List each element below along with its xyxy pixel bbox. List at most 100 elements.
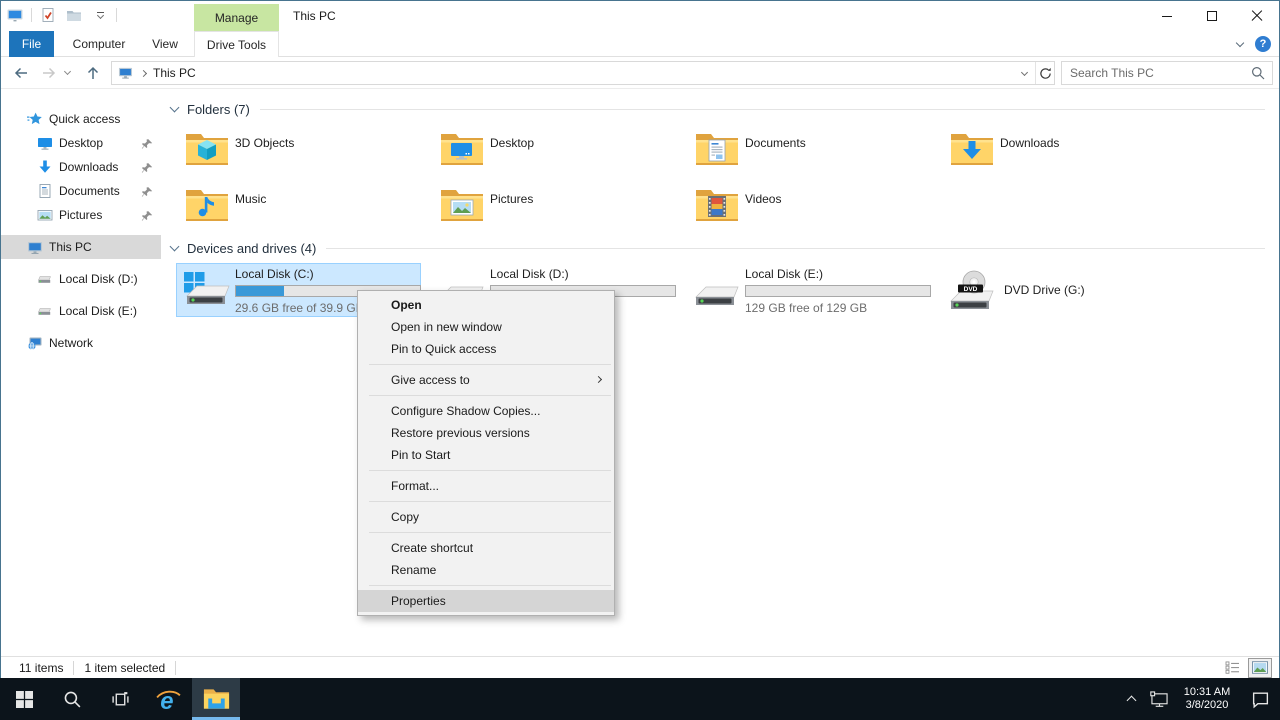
- tab-drive-tools[interactable]: Drive Tools: [194, 31, 279, 57]
- file-explorer-button[interactable]: [192, 678, 240, 720]
- group-label[interactable]: Devices and drives (4): [187, 241, 316, 256]
- desktop-screen: Manage This PC File Computer View Drive …: [0, 0, 1280, 720]
- menu-separator: [369, 585, 611, 586]
- menu-item-properties[interactable]: Properties: [358, 590, 614, 612]
- folder-tile-desktop[interactable]: Desktop: [439, 126, 694, 182]
- folder-tile-documents[interactable]: Documents: [694, 126, 949, 182]
- sidebar-item-pictures[interactable]: Pictures: [1, 203, 161, 227]
- help-icon[interactable]: ?: [1255, 36, 1271, 52]
- menu-item-create-shortcut[interactable]: Create shortcut: [358, 537, 614, 559]
- drives-row: Local Disk (C:) 29.6 GB free of 39.9 GB …: [176, 263, 1196, 317]
- pin-icon: [141, 209, 153, 222]
- sidebar-item-downloads[interactable]: Downloads: [1, 155, 161, 179]
- menu-item-open[interactable]: Open: [358, 294, 614, 316]
- folder-3d-objects-icon: [184, 129, 230, 167]
- drive-name: Local Disk (C:): [235, 267, 421, 282]
- search-box: [1061, 61, 1273, 85]
- status-bar: 11 items 1 item selected: [1, 656, 1279, 678]
- tab-view[interactable]: View: [139, 31, 191, 57]
- action-center-button[interactable]: [1240, 678, 1280, 720]
- recent-locations-chevron-icon[interactable]: [59, 57, 75, 89]
- address-dropdown-chevron-icon[interactable]: [1013, 62, 1035, 84]
- menu-separator: [369, 532, 611, 533]
- taskbar-clock[interactable]: 10:31 AM 3/8/2020: [1174, 686, 1240, 712]
- chevron-up-icon: [1126, 696, 1136, 706]
- taskbar-search-button[interactable]: [48, 678, 96, 720]
- address-bar[interactable]: This PC: [111, 61, 1055, 85]
- tab-computer[interactable]: Computer: [65, 31, 133, 57]
- pin-icon: [141, 185, 153, 198]
- close-button[interactable]: [1234, 1, 1279, 31]
- tab-file[interactable]: File: [9, 31, 54, 57]
- documents-icon: [37, 183, 53, 199]
- folder-tile-downloads[interactable]: Downloads: [949, 126, 1204, 182]
- large-icons-view-button[interactable]: [1249, 659, 1271, 677]
- search-icon: [63, 690, 82, 709]
- forward-button[interactable]: [37, 57, 61, 89]
- internet-explorer-button[interactable]: e: [144, 678, 192, 720]
- window-controls: [1144, 1, 1279, 31]
- qat-customize-chevron[interactable]: [90, 5, 110, 25]
- sidebar-item-quick-access[interactable]: Quick access: [1, 107, 161, 131]
- navigation-pane: Quick access Desktop Downloads: [1, 89, 161, 656]
- folder-tile-pictures[interactable]: Pictures: [439, 182, 694, 238]
- menu-item-configure-shadow-copies[interactable]: Configure Shadow Copies...: [358, 400, 614, 422]
- folder-music-icon: [184, 185, 230, 223]
- drive-tile-local-disk-e[interactable]: Local Disk (E:) 129 GB free of 129 GB: [686, 263, 931, 317]
- explorer-app-icon[interactable]: [5, 5, 25, 25]
- refresh-icon[interactable]: [1035, 62, 1054, 84]
- group-label[interactable]: Folders (7): [187, 102, 250, 117]
- menu-item-give-access-to[interactable]: Give access to: [358, 369, 614, 391]
- downloads-icon: [37, 159, 53, 175]
- sidebar-item-local-disk-d[interactable]: Local Disk (D:): [1, 267, 161, 291]
- back-button[interactable]: [9, 57, 33, 89]
- sidebar-item-local-disk-e[interactable]: Local Disk (E:): [1, 299, 161, 323]
- collapse-chevron-icon[interactable]: [170, 242, 180, 252]
- qat-new-folder-icon[interactable]: [64, 5, 84, 25]
- folders-grid: 3D Objects Desktop Documents Downloads: [184, 126, 1214, 238]
- sidebar-item-documents[interactable]: Documents: [1, 179, 161, 203]
- menu-item-rename[interactable]: Rename: [358, 559, 614, 581]
- menu-item-pin-to-start[interactable]: Pin to Start: [358, 444, 614, 466]
- folder-tile-music[interactable]: Music: [184, 182, 439, 238]
- task-view-button[interactable]: [96, 678, 144, 720]
- breadcrumb-chevron-icon[interactable]: [140, 69, 147, 76]
- search-icon[interactable]: [1251, 66, 1265, 83]
- tray-show-hidden-icons-button[interactable]: [1118, 678, 1144, 720]
- minimize-button[interactable]: [1144, 1, 1189, 31]
- maximize-button[interactable]: [1189, 1, 1234, 31]
- menu-separator: [369, 395, 611, 396]
- quick-access-star-icon: [27, 111, 43, 127]
- sidebar-item-this-pc[interactable]: This PC: [1, 235, 161, 259]
- start-button[interactable]: [0, 678, 48, 720]
- collapse-chevron-icon[interactable]: [170, 103, 180, 113]
- details-view-button[interactable]: [1221, 659, 1243, 677]
- expand-ribbon-chevron-icon[interactable]: [1236, 39, 1244, 47]
- menu-item-format[interactable]: Format...: [358, 475, 614, 497]
- submenu-arrow-icon: [595, 376, 602, 383]
- navigation-bar: This PC: [1, 57, 1279, 89]
- quick-access-toolbar: [5, 5, 117, 25]
- up-button[interactable]: [81, 57, 105, 89]
- menu-item-open-in-new-window[interactable]: Open in new window: [358, 316, 614, 338]
- menu-item-pin-to-quick-access[interactable]: Pin to Quick access: [358, 338, 614, 360]
- capacity-bar-fill: [236, 286, 284, 296]
- menu-item-restore-previous-versions[interactable]: Restore previous versions: [358, 422, 614, 444]
- hard-drive-icon: [693, 269, 743, 313]
- sidebar-item-network[interactable]: Network: [1, 331, 161, 355]
- context-menu: Open Open in new window Pin to Quick acc…: [357, 290, 615, 616]
- menu-item-copy[interactable]: Copy: [358, 506, 614, 528]
- group-rule: [326, 248, 1265, 249]
- hard-drive-icon: [37, 303, 53, 319]
- drive-tile-dvd-g[interactable]: DVD DVD Drive (G:): [941, 263, 1186, 317]
- breadcrumb-this-pc[interactable]: This PC: [153, 66, 196, 80]
- qat-properties-icon[interactable]: [38, 5, 58, 25]
- search-input[interactable]: [1062, 62, 1244, 84]
- sidebar-item-desktop[interactable]: Desktop: [1, 131, 161, 155]
- internet-explorer-icon: e: [155, 686, 182, 713]
- file-list-pane: Folders (7) 3D Objects Desktop Documents: [161, 89, 1279, 656]
- tray-network-button[interactable]: [1144, 678, 1174, 720]
- folder-documents-icon: [694, 129, 740, 167]
- folder-tile-3d-objects[interactable]: 3D Objects: [184, 126, 439, 182]
- folder-tile-videos[interactable]: Videos: [694, 182, 949, 238]
